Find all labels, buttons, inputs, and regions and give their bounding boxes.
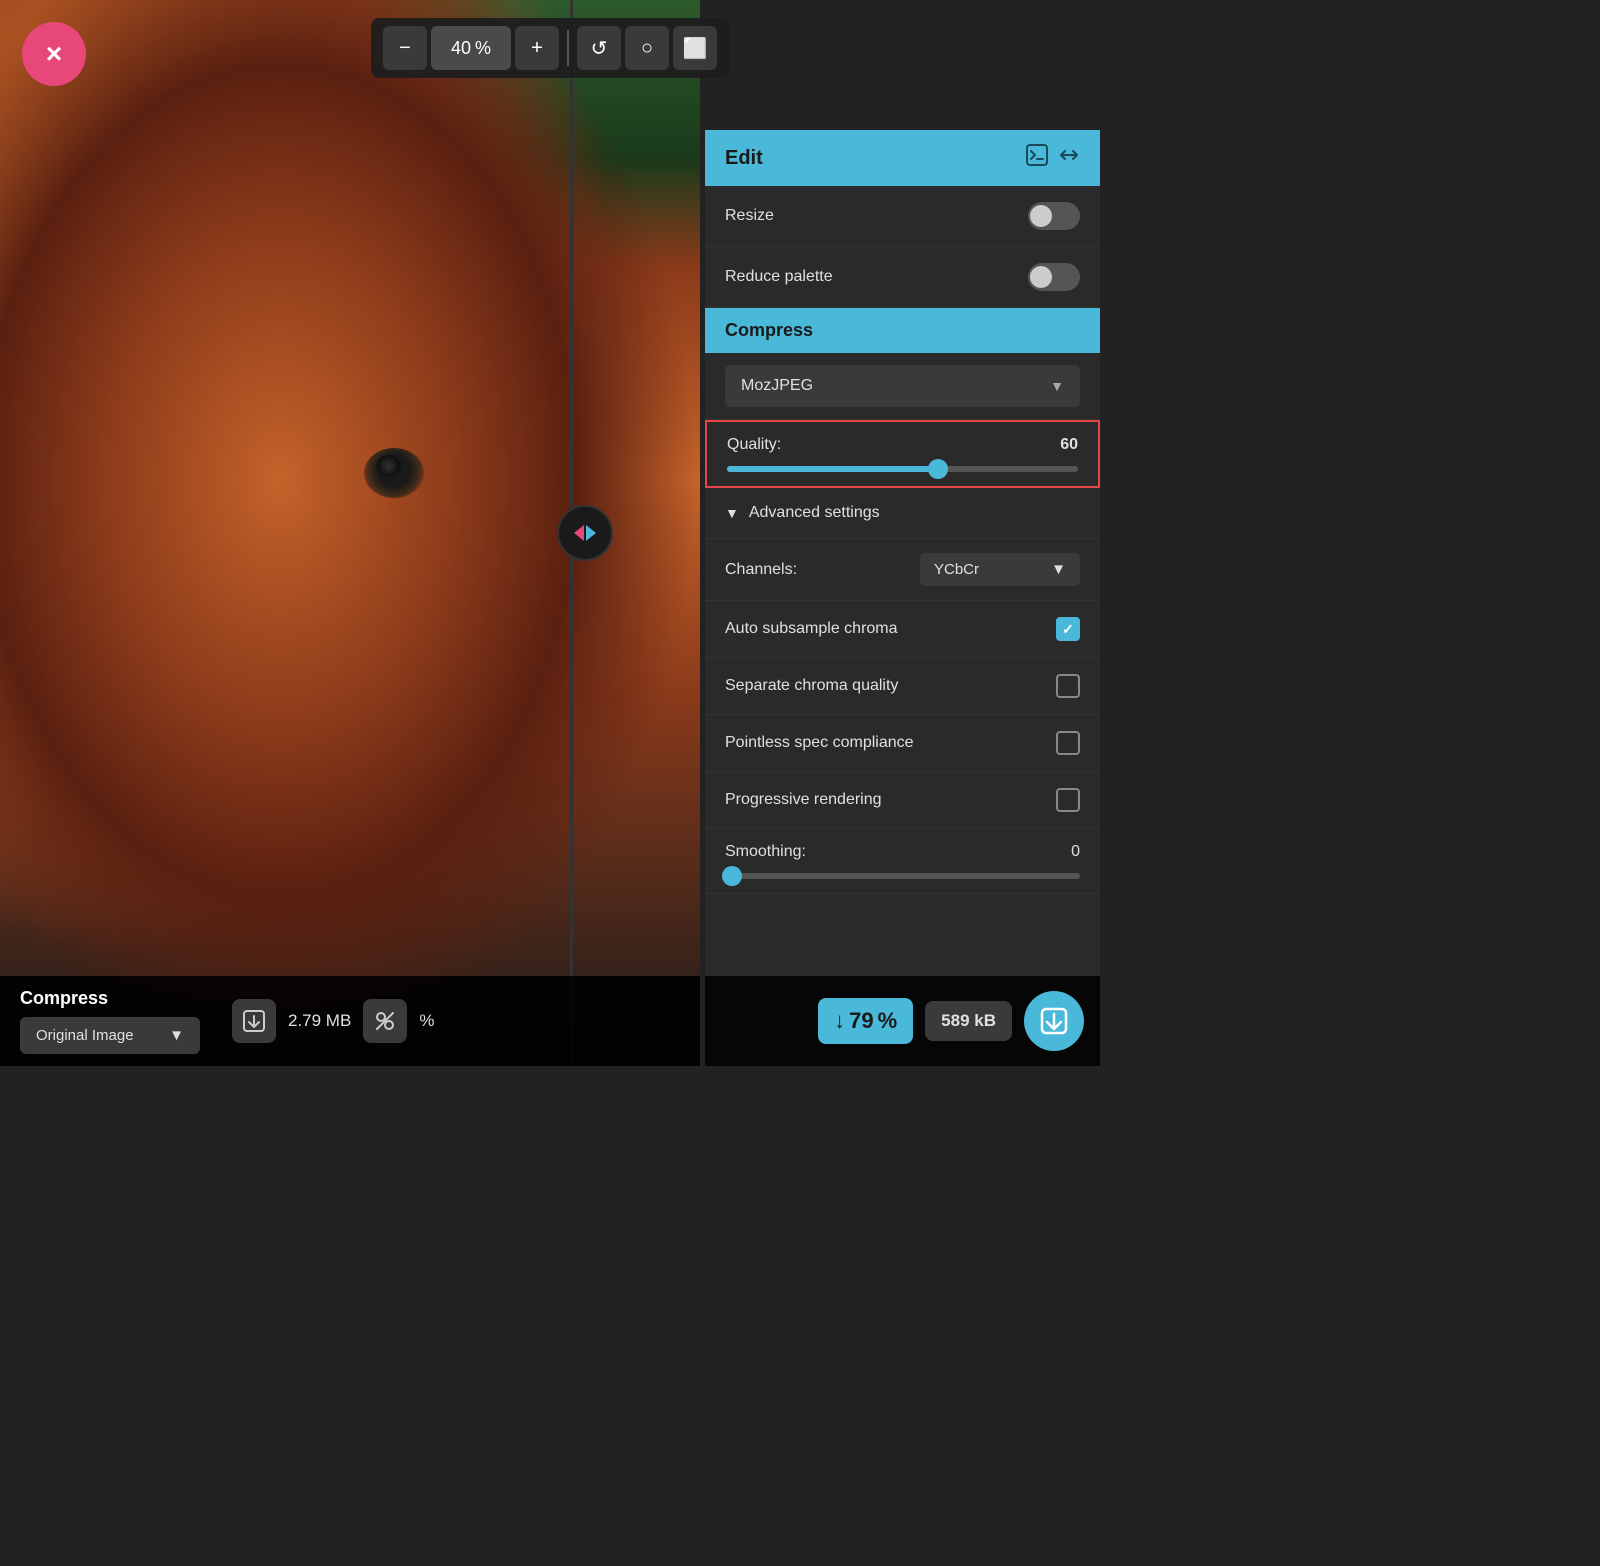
auto-subsample-checkbox[interactable]	[1056, 617, 1080, 641]
close-icon: ×	[46, 40, 62, 68]
reduction-badge: ↓ 79 %	[818, 998, 913, 1044]
advanced-settings-header[interactable]: ▼ Advanced settings	[705, 488, 1100, 539]
auto-subsample-label: Auto subsample chroma	[725, 620, 898, 638]
save-download-button[interactable]	[1024, 991, 1084, 1051]
advanced-chevron-icon: ▼	[725, 505, 739, 521]
circle-button[interactable]: ○	[625, 26, 669, 70]
arrow-left-icon	[574, 525, 584, 541]
progressive-rendering-checkbox[interactable]	[1056, 788, 1080, 812]
auto-subsample-row: Auto subsample chroma	[705, 601, 1100, 658]
reduction-percent-value: 79	[849, 1008, 873, 1034]
split-arrows	[574, 525, 596, 541]
quality-header: Quality: 60	[727, 436, 1078, 454]
bottom-percentage-icon[interactable]	[363, 999, 407, 1043]
progressive-rendering-row: Progressive rendering	[705, 772, 1100, 829]
bottom-stats: 2.79 MB %	[232, 999, 434, 1043]
compress-section-title: Compress	[725, 320, 813, 340]
bottom-bar-left: Compress Original Image ▼ 2.79 MB %	[0, 976, 700, 1066]
progressive-rendering-label: Progressive rendering	[725, 791, 882, 809]
codec-dropdown[interactable]: MozJPEG ▼	[725, 365, 1080, 407]
bottom-bar-right: ↓ 79 % 589 kB	[705, 976, 1100, 1066]
top-toolbar: − 40 % + ↺ ○ ⬜	[371, 18, 729, 78]
quality-value: 60	[1060, 436, 1078, 454]
smoothing-label: Smoothing:	[725, 843, 806, 861]
rotate-icon: ↺	[591, 36, 608, 61]
toolbar-divider	[567, 30, 569, 66]
reduce-palette-label: Reduce palette	[725, 268, 833, 286]
frame-icon: ⬜	[683, 36, 708, 61]
bottom-left-content: Compress Original Image ▼	[20, 988, 200, 1054]
quality-label: Quality:	[727, 436, 781, 454]
codec-value: MozJPEG	[741, 377, 813, 395]
bottom-compress-label: Compress	[20, 988, 200, 1009]
bottom-dropdown-chevron-icon: ▼	[169, 1027, 184, 1044]
zoom-value: 40	[451, 38, 471, 59]
zoom-out-button[interactable]: −	[383, 26, 427, 70]
reduction-percent-unit: %	[878, 1008, 898, 1034]
reduction-arrow-icon: ↓	[834, 1008, 845, 1034]
zoom-unit: %	[475, 38, 491, 59]
arrow-right-icon	[586, 525, 596, 541]
minus-icon: −	[399, 37, 411, 60]
smoothing-slider-track[interactable]	[725, 873, 1080, 879]
channels-row: Channels: YCbCr ▼	[705, 539, 1100, 601]
pointless-spec-row: Pointless spec compliance	[705, 715, 1100, 772]
resize-row: Resize	[705, 186, 1100, 247]
resize-label: Resize	[725, 207, 774, 225]
compress-section-header: Compress	[705, 308, 1100, 353]
separate-chroma-label: Separate chroma quality	[725, 677, 898, 695]
resize-toggle-knob	[1030, 205, 1052, 227]
terminal-icon-button[interactable]	[1026, 144, 1048, 172]
rotate-button[interactable]: ↺	[577, 26, 621, 70]
separate-chroma-checkbox[interactable]	[1056, 674, 1080, 698]
reduce-palette-toggle-knob	[1030, 266, 1052, 288]
circle-icon: ○	[641, 37, 653, 60]
bottom-image-dropdown[interactable]: Original Image ▼	[20, 1017, 200, 1054]
codec-dropdown-row: MozJPEG ▼	[705, 353, 1100, 420]
codec-chevron-icon: ▼	[1050, 378, 1064, 394]
resize-toggle[interactable]	[1028, 202, 1080, 230]
arrows-icon-button[interactable]	[1058, 144, 1080, 172]
separate-chroma-row: Separate chroma quality	[705, 658, 1100, 715]
close-button[interactable]: ×	[22, 22, 86, 86]
plus-icon: +	[531, 37, 543, 60]
channels-dropdown[interactable]: YCbCr ▼	[920, 553, 1080, 586]
quality-row: Quality: 60	[705, 420, 1100, 488]
smoothing-value: 0	[1071, 843, 1080, 861]
edit-header-icons	[1026, 144, 1080, 172]
edit-header: Edit	[705, 130, 1100, 186]
bottom-image-option: Original Image	[36, 1027, 134, 1044]
channels-label: Channels:	[725, 561, 797, 579]
zoom-display: 40 %	[431, 26, 511, 70]
channels-chevron-icon: ▼	[1051, 561, 1066, 578]
split-handle-button[interactable]	[557, 505, 613, 561]
reduce-palette-toggle[interactable]	[1028, 263, 1080, 291]
smoothing-slider-thumb[interactable]	[722, 866, 742, 886]
bottom-percentage: %	[419, 1011, 434, 1031]
channels-value: YCbCr	[934, 561, 979, 578]
panda-eye-detail	[364, 448, 424, 498]
bottom-save-icon-button[interactable]	[232, 999, 276, 1043]
output-file-size: 589 kB	[941, 1011, 996, 1030]
advanced-settings-label: Advanced settings	[749, 504, 880, 522]
quality-slider-fill	[727, 466, 938, 472]
bottom-file-size: 2.79 MB	[288, 1011, 351, 1031]
quality-slider-thumb[interactable]	[928, 459, 948, 479]
pointless-spec-checkbox[interactable]	[1056, 731, 1080, 755]
right-panel: Edit Resize Reduce palette	[705, 130, 1100, 1066]
pointless-spec-label: Pointless spec compliance	[725, 734, 914, 752]
frame-button[interactable]: ⬜	[673, 26, 717, 70]
reduce-palette-row: Reduce palette	[705, 247, 1100, 308]
smoothing-header: Smoothing: 0	[725, 843, 1080, 861]
smoothing-row: Smoothing: 0	[705, 829, 1100, 894]
zoom-in-button[interactable]: +	[515, 26, 559, 70]
output-file-size-badge: 589 kB	[925, 1001, 1012, 1041]
edit-title: Edit	[725, 147, 763, 170]
quality-slider-track[interactable]	[727, 466, 1078, 472]
